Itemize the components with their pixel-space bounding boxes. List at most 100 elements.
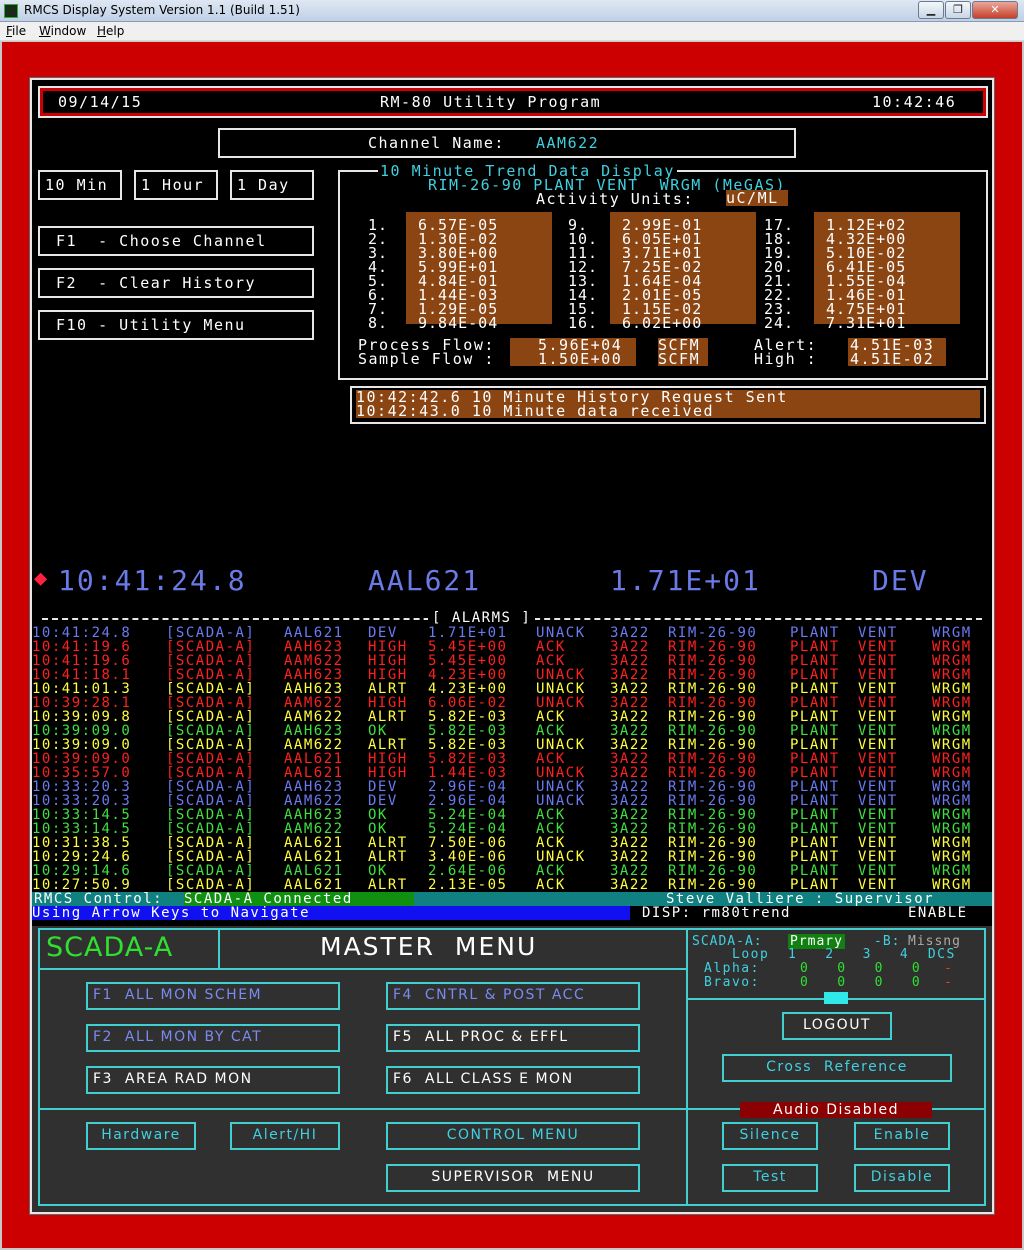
alarm-cell-ack: UNACK: [536, 849, 586, 865]
alarm-cell-ch: AAL621: [284, 751, 344, 767]
f2-clear-history-button[interactable]: F2 - Clear History: [38, 268, 314, 298]
supervisor-menu-button[interactable]: SUPERVISOR MENU: [386, 1164, 640, 1192]
current-alarm-state: DEV: [872, 564, 929, 597]
alarm-row[interactable]: 10:39:09.8 [SCADA-A] AAM622 ALRT 5.82E-03 3A2…: [32, 710, 992, 724]
range-1day-button[interactable]: 1 Day: [230, 170, 314, 200]
alert-hi-button[interactable]: Alert/HI: [230, 1122, 340, 1150]
alarm-cell-v: 5.82E-03: [428, 751, 508, 767]
alarm-cell-t: 10:33:20.3: [32, 779, 132, 795]
alarm-cell-w3: WRGM: [932, 737, 972, 753]
alarm-row[interactable]: 10:41:19.6 [SCADA-A] AAH623 HIGH 5.45E+00 3A2…: [32, 640, 992, 654]
alarm-cell-t: 10:41:01.3: [32, 681, 132, 697]
f5-all-proc-effl-button[interactable]: F5 ALL PROC & EFFL: [386, 1024, 640, 1052]
alarm-row[interactable]: 10:33:14.5 [SCADA-A] AAM622 OK 5.24E-04 3A22 R…: [32, 822, 992, 836]
alarm-row[interactable]: 10:39:09.0 [SCADA-A] AAM622 ALRT 5.82E-03 3A2…: [32, 738, 992, 752]
alarm-row[interactable]: 10:31:38.5 [SCADA-A] AAL621 ALRT 7.50E-06 3A2…: [32, 836, 992, 850]
alarm-cell-v: 5.82E-03: [428, 723, 508, 739]
f6-all-class-e-mon-button[interactable]: F6 ALL CLASS E MON: [386, 1066, 640, 1094]
alarm-row[interactable]: 10:35:57.0 [SCADA-A] AAL621 HIGH 1.44E-03 3A2…: [32, 766, 992, 780]
alarm-row[interactable]: 10:41:24.8 [SCADA-A] AAL621 DEV 1.71E+01 3A22…: [32, 626, 992, 640]
hardware-button[interactable]: Hardware: [86, 1122, 196, 1150]
alarm-cell-st: ALRT: [368, 835, 408, 851]
alarm-cell-t: 10:33:20.3: [32, 793, 132, 809]
alarm-row[interactable]: 10:33:20.3 [SCADA-A] AAM622 DEV 2.96E-04 3A22…: [32, 794, 992, 808]
alarm-row[interactable]: 10:29:24.6 [SCADA-A] AAL621 ALRT 3.40E-06 3A2…: [32, 850, 992, 864]
alarm-cell-w2: VENT: [858, 681, 898, 697]
maximize-button[interactable]: ❐: [945, 1, 971, 19]
alarm-cell-loc: RIM-26-90: [668, 667, 758, 683]
alarm-row[interactable]: 10:41:01.3 [SCADA-A] AAH623 ALRT 4.23E+00 3A2…: [32, 682, 992, 696]
header-bar: 09/14/15 RM-80 Utility Program 10:42:46: [38, 86, 988, 118]
alarm-row[interactable]: 10:39:09.0 [SCADA-A] AAL621 HIGH 5.82E-03 3A2…: [32, 752, 992, 766]
menu-window[interactable]: Window: [39, 24, 86, 38]
alarm-cell-code: 3A22: [610, 877, 650, 893]
alarm-cell-st: OK: [368, 723, 388, 739]
alarm-row[interactable]: 10:39:09.0 [SCADA-A] AAH623 OK 5.82E-03 3A22 R…: [32, 724, 992, 738]
alarm-row[interactable]: 10:33:20.3 [SCADA-A] AAH623 DEV 2.96E-04 3A22…: [32, 780, 992, 794]
alarm-cell-src: [SCADA-A]: [166, 807, 256, 823]
menu-file[interactable]: File: [6, 24, 26, 38]
alarm-row[interactable]: 10:41:19.6 [SCADA-A] AAM622 HIGH 5.45E+00 3A2…: [32, 654, 992, 668]
alarm-cell-ack: ACK: [536, 653, 566, 669]
alarm-cell-code: 3A22: [610, 765, 650, 781]
menu-help[interactable]: Help: [97, 24, 124, 38]
alarm-cell-v: 5.82E-03: [428, 737, 508, 753]
alarm-cell-ch: AAH623: [284, 639, 344, 655]
logout-button[interactable]: LOGOUT: [782, 1012, 892, 1040]
header-time: 10:42:46: [872, 93, 957, 111]
alarm-cell-w1: PLANT: [790, 751, 840, 767]
rm80-screen: 09/14/15 RM-80 Utility Program 10:42:46 …: [29, 77, 995, 1215]
control-value: SCADA-A Connected: [184, 892, 414, 906]
alarm-cell-code: 3A22: [610, 723, 650, 739]
range-10min-button[interactable]: 10 Min: [38, 170, 122, 200]
alarm-cell-t: 10:39:09.0: [32, 737, 132, 753]
alarm-row[interactable]: 10:33:14.5 [SCADA-A] AAH623 OK 5.24E-04 3A22 R…: [32, 808, 992, 822]
range-1hour-button[interactable]: 1 Hour: [134, 170, 218, 200]
alarm-cell-code: 3A22: [610, 639, 650, 655]
alarm-cell-w3: WRGM: [932, 625, 972, 641]
alarm-cell-w2: VENT: [858, 695, 898, 711]
alarm-cell-w1: PLANT: [790, 723, 840, 739]
channel-name-box[interactable]: Channel Name: AAM622: [218, 128, 796, 158]
alarm-row[interactable]: 10:39:28.1 [SCADA-A] AAM622 HIGH 6.06E-02 3A2…: [32, 696, 992, 710]
alarm-cell-w2: VENT: [858, 835, 898, 851]
f2-all-mon-by-cat-button[interactable]: F2 ALL MON BY CAT: [86, 1024, 340, 1052]
silence-button[interactable]: Silence: [722, 1122, 818, 1150]
cross-reference-button[interactable]: Cross Reference: [722, 1054, 952, 1082]
sample-flow-value: 1.50E+00: [510, 352, 636, 367]
alarm-cell-w2: VENT: [858, 639, 898, 655]
alarm-cell-st: ALRT: [368, 849, 408, 865]
f3-area-rad-mon-button[interactable]: F3 AREA RAD MON: [86, 1066, 340, 1094]
alarm-cell-v: 6.06E-02: [428, 695, 508, 711]
units-label: Activity Units:: [536, 190, 694, 208]
alarm-cell-w2: VENT: [858, 863, 898, 879]
alarm-cell-t: 10:39:09.0: [32, 723, 132, 739]
alarm-row[interactable]: 10:41:18.1 [SCADA-A] AAH623 HIGH 4.23E+00 3A2…: [32, 668, 992, 682]
f10-utility-menu-button[interactable]: F10 - Utility Menu: [38, 310, 314, 340]
alarm-cell-t: 10:41:24.8: [32, 625, 132, 641]
alarm-cell-loc: RIM-26-90: [668, 639, 758, 655]
alarm-row[interactable]: 10:27:50.9 [SCADA-A] AAL621 ALRT 2.13E-05 3A2…: [32, 878, 992, 892]
alarm-cell-ack: UNACK: [536, 695, 586, 711]
current-alarm-time: 10:41:24.8: [58, 564, 247, 597]
test-button[interactable]: Test: [722, 1164, 818, 1192]
alarm-list[interactable]: 10:41:24.8 [SCADA-A] AAL621 DEV 1.71E+01 3A22…: [32, 626, 992, 892]
minimize-button[interactable]: ▁: [918, 1, 944, 19]
sample-flow-label: Sample Flow :: [358, 350, 495, 368]
f1-all-mon-schem-button[interactable]: F1 ALL MON SCHEM: [86, 982, 340, 1010]
control-menu-button[interactable]: CONTROL MENU: [386, 1122, 640, 1150]
alarm-cell-t: 10:27:50.9: [32, 877, 132, 893]
disable-button[interactable]: Disable: [854, 1164, 950, 1192]
close-button[interactable]: ✕: [972, 1, 1018, 19]
f1-choose-channel-button[interactable]: F1 - Choose Channel: [38, 226, 314, 256]
alarm-cell-loc: RIM-26-90: [668, 863, 758, 879]
alarm-cell-w3: WRGM: [932, 877, 972, 893]
enable-button[interactable]: Enable: [854, 1122, 950, 1150]
alarm-row[interactable]: 10:29:14.6 [SCADA-A] AAL621 OK 2.64E-06 3A22 R…: [32, 864, 992, 878]
alarm-cell-w3: WRGM: [932, 765, 972, 781]
f4-cntrl-post-acc-button[interactable]: F4 CNTRL & POST ACC: [386, 982, 640, 1010]
alarm-cell-loc: RIM-26-90: [668, 835, 758, 851]
master-menu-panel: SCADA-A MASTER MENU F1 ALL MON SCHEM F2 …: [32, 926, 992, 1212]
trend-display-box: 10 Minute Trend Data Display RIM-26-90 P…: [338, 162, 988, 380]
alarm-cell-v: 5.82E-03: [428, 709, 508, 725]
